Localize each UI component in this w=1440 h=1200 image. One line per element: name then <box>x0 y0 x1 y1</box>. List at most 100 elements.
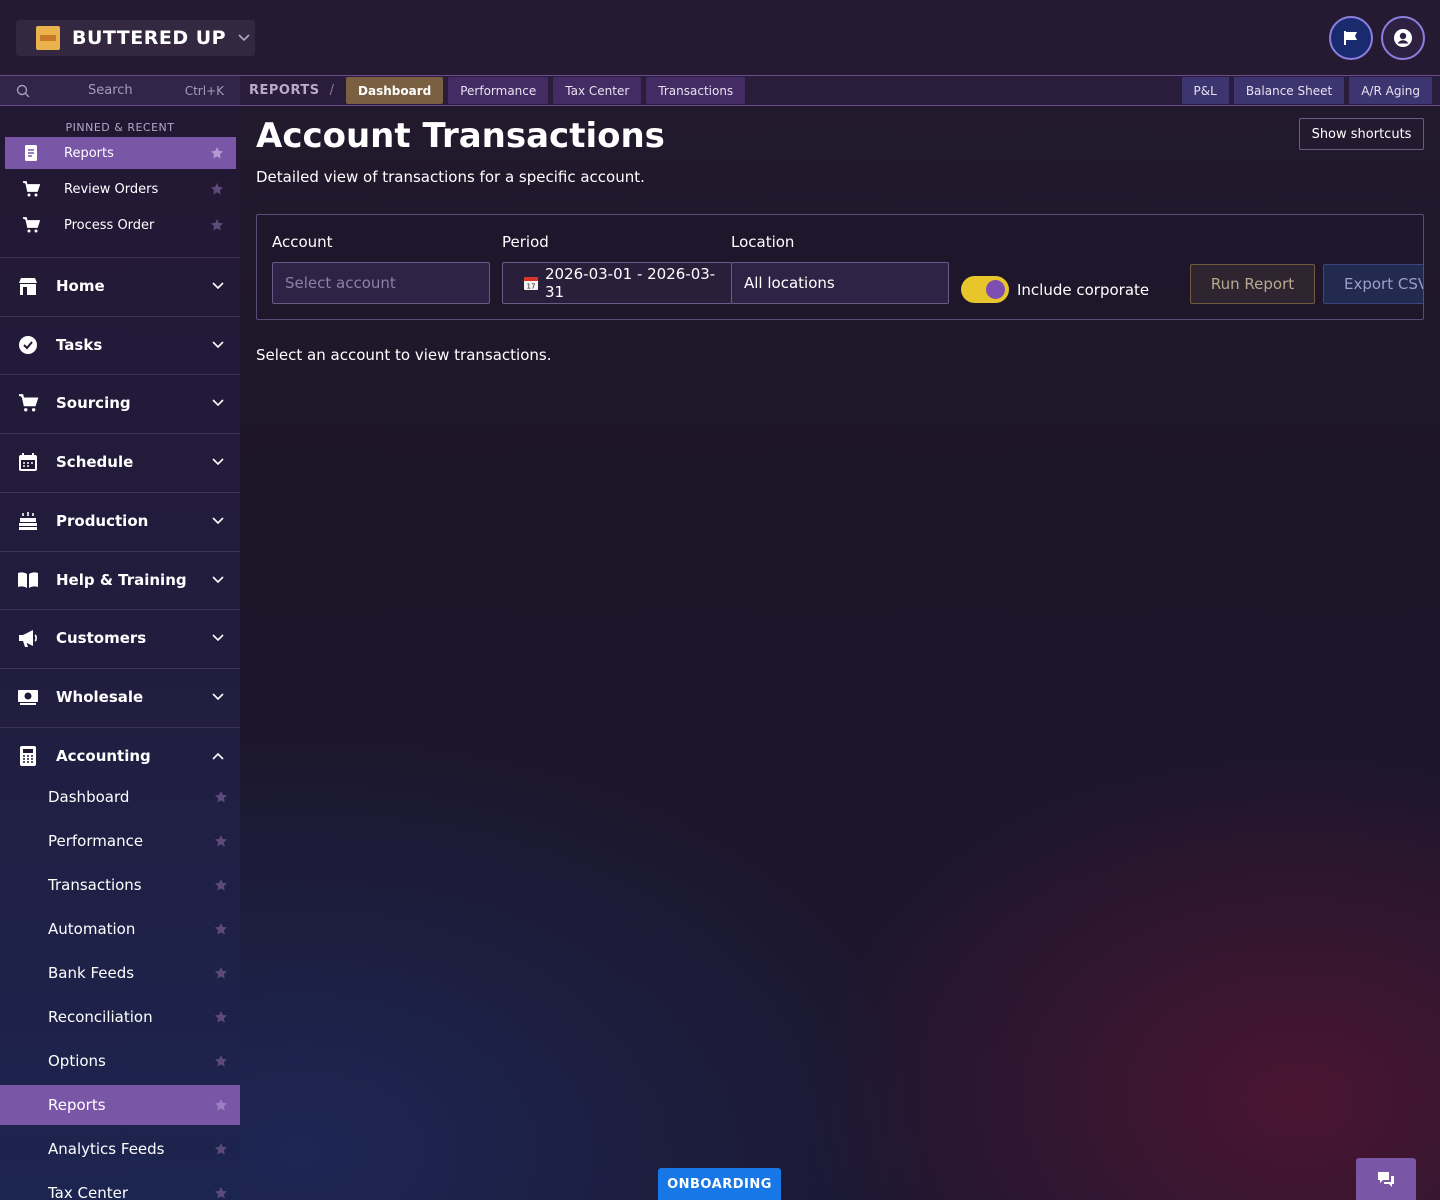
tab-balance-sheet[interactable]: Balance Sheet <box>1233 77 1345 104</box>
star-icon[interactable] <box>214 834 228 848</box>
tab-tax-center[interactable]: Tax Center <box>553 77 642 104</box>
section-label: Schedule <box>56 453 134 471</box>
calendar-icon: 17 <box>523 275 539 291</box>
sidebar-item-accounting-analytics-feeds[interactable]: Analytics Feeds <box>0 1129 240 1169</box>
breadcrumb-separator: / <box>329 83 335 98</box>
sidebar-item-label: Reports <box>48 1096 106 1114</box>
pinned-item-reports[interactable]: Reports <box>5 137 236 169</box>
chevron-down-icon <box>212 693 224 701</box>
report-icon <box>21 144 41 162</box>
account-label: Account <box>272 233 333 251</box>
sidebar-item-accounting-options[interactable]: Options <box>0 1041 240 1081</box>
account-placeholder: Select account <box>285 274 396 292</box>
money-icon <box>16 688 40 706</box>
export-csv-button[interactable]: Export CSV <box>1323 264 1423 304</box>
cart-icon <box>21 181 41 197</box>
account-select[interactable]: Select account <box>272 262 490 304</box>
tab-transactions[interactable]: Transactions <box>646 77 746 104</box>
pinned-item-review-orders[interactable]: Review Orders <box>5 173 236 205</box>
location-select[interactable]: All locations <box>731 262 949 304</box>
include-corporate-toggle[interactable] <box>961 276 1009 303</box>
cake-icon <box>16 511 40 531</box>
star-icon[interactable] <box>214 1054 228 1068</box>
cart-icon <box>21 217 41 233</box>
sidebar-item-accounting-automation[interactable]: Automation <box>0 909 240 949</box>
onboarding-button[interactable]: ONBOARDING <box>658 1168 781 1200</box>
period-value: 2026-03-01 - 2026-03-31 <box>545 265 716 301</box>
user-icon <box>1394 29 1412 47</box>
sidebar-item-label: Performance <box>48 832 144 850</box>
sidebar-item-label: Bank Feeds <box>48 964 135 982</box>
tab-ar-aging[interactable]: A/R Aging <box>1349 77 1432 104</box>
sidebar-item-label: Reconciliation <box>48 1008 153 1026</box>
tab-pnl[interactable]: P&L <box>1181 77 1229 104</box>
sidebar-item-accounting-dashboard[interactable]: Dashboard <box>0 777 240 817</box>
section-label: Accounting <box>56 747 151 765</box>
sidebar-item-accounting-performance[interactable]: Performance <box>0 821 240 861</box>
sidebar-section-production[interactable]: Production <box>0 492 240 550</box>
sidebar: PINNED & RECENT Reports Review Orders Pr… <box>0 106 240 1200</box>
period-label: Period <box>502 233 549 251</box>
chat-button[interactable] <box>1356 1158 1416 1200</box>
run-report-button[interactable]: Run Report <box>1190 264 1315 304</box>
chevron-down-icon <box>238 34 250 42</box>
sidebar-section-tasks[interactable]: Tasks <box>0 316 240 374</box>
sidebar-item-label: Transactions <box>48 876 142 894</box>
megaphone-icon <box>16 628 40 648</box>
section-label: Wholesale <box>56 688 144 706</box>
star-icon[interactable] <box>214 966 228 980</box>
breadcrumb-root[interactable]: REPORTS <box>249 83 320 98</box>
sidebar-section-home[interactable]: Home <box>0 257 240 315</box>
brand-logo-icon <box>36 26 60 50</box>
pinned-item-process-order[interactable]: Process Order <box>5 209 236 241</box>
location-value: All locations <box>744 274 835 292</box>
section-label: Customers <box>56 629 147 647</box>
chevron-down-icon <box>212 399 224 407</box>
quick-report-tabs: P&L Balance Sheet A/R Aging <box>1177 77 1432 104</box>
pinned-item-label: Review Orders <box>64 181 159 197</box>
star-icon[interactable] <box>214 1098 228 1112</box>
chevron-down-icon <box>212 341 224 349</box>
sidebar-item-accounting-tax-center[interactable]: Tax Center <box>0 1173 240 1200</box>
sidebar-section-sourcing[interactable]: Sourcing <box>0 374 240 432</box>
chevron-down-icon <box>212 576 224 584</box>
sidebar-item-accounting-reconciliation[interactable]: Reconciliation <box>0 997 240 1037</box>
sidebar-section-wholesale[interactable]: Wholesale <box>0 668 240 726</box>
star-icon[interactable] <box>214 1142 228 1156</box>
sidebar-section-customers[interactable]: Customers <box>0 609 240 667</box>
search-input[interactable]: Search Ctrl+K <box>0 76 240 105</box>
tab-performance[interactable]: Performance <box>448 77 549 104</box>
pinned-item-label: Process Order <box>64 217 155 233</box>
sidebar-item-accounting-bank-feeds[interactable]: Bank Feeds <box>0 953 240 993</box>
star-icon[interactable] <box>214 1010 228 1024</box>
flag-button[interactable] <box>1329 16 1373 60</box>
show-shortcuts-button[interactable]: Show shortcuts <box>1299 118 1424 150</box>
star-icon[interactable] <box>210 182 224 196</box>
location-label: Location <box>731 233 795 251</box>
star-icon[interactable] <box>210 146 224 160</box>
cart-icon <box>16 394 40 412</box>
period-picker[interactable]: 17 2026-03-01 - 2026-03-31 <box>502 262 732 304</box>
sidebar-item-accounting-reports[interactable]: Reports <box>0 1085 240 1125</box>
user-account-button[interactable] <box>1381 16 1425 60</box>
store-icon <box>16 276 40 296</box>
sidebar-item-label: Tax Center <box>48 1184 129 1200</box>
sidebar-item-label: Automation <box>48 920 136 938</box>
star-icon[interactable] <box>210 218 224 232</box>
star-icon[interactable] <box>214 1186 228 1200</box>
toggle-knob <box>986 280 1005 299</box>
sidebar-section-schedule[interactable]: Schedule <box>0 433 240 491</box>
sidebar-section-help-training[interactable]: Help & Training <box>0 551 240 609</box>
svg-text:17: 17 <box>527 283 536 291</box>
brand-switcher[interactable]: BUTTERED UP <box>16 20 255 56</box>
section-label: Production <box>56 512 149 530</box>
empty-state-message: Select an account to view transactions. <box>256 346 552 364</box>
star-icon[interactable] <box>214 790 228 804</box>
star-icon[interactable] <box>214 922 228 936</box>
sidebar-item-label: Analytics Feeds <box>48 1140 165 1158</box>
tab-dashboard[interactable]: Dashboard <box>346 77 444 104</box>
star-icon[interactable] <box>214 878 228 892</box>
sidebar-item-label: Dashboard <box>48 788 130 806</box>
sidebar-item-accounting-transactions[interactable]: Transactions <box>0 865 240 905</box>
chevron-down-icon <box>212 517 224 525</box>
